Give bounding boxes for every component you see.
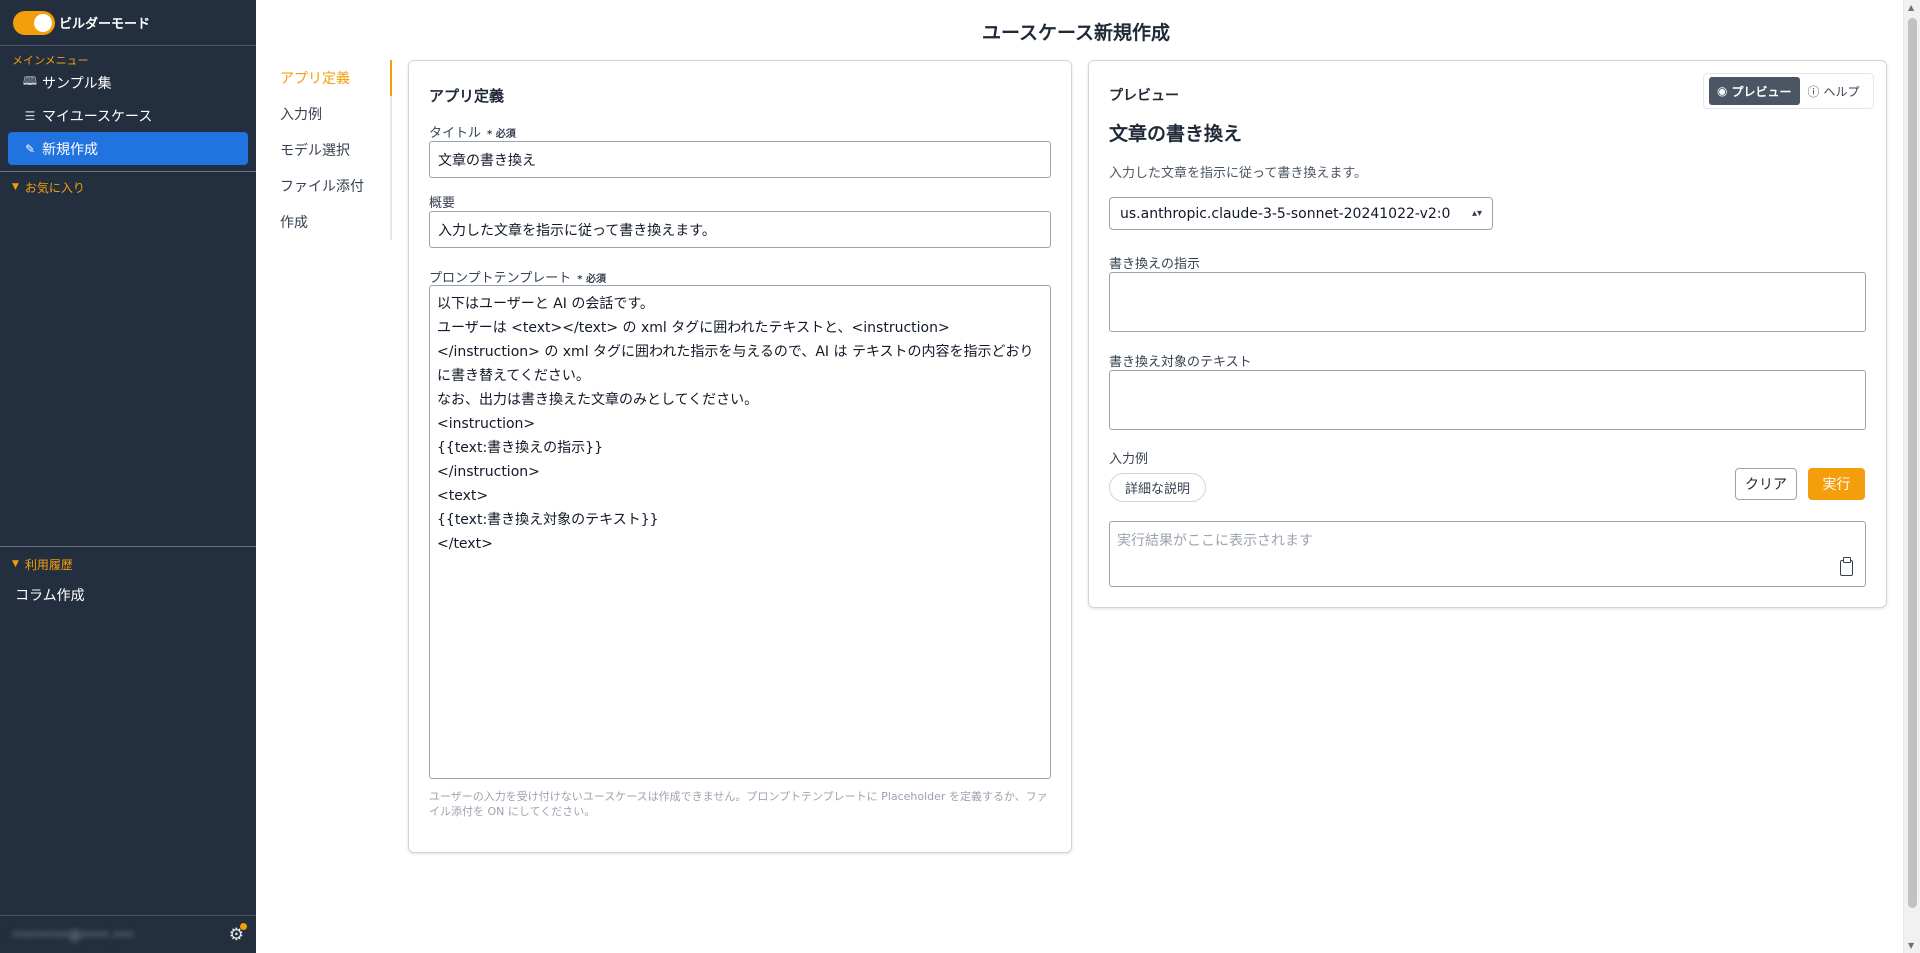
- model-select-value: us.anthropic.claude-3-5-sonnet-20241022-…: [1120, 205, 1451, 222]
- page-scrollbar[interactable]: ▲ ▼: [1903, 0, 1920, 953]
- builder-mode-toggle-row[interactable]: ビルダーモード: [0, 0, 256, 46]
- examples-label: 入力例: [1109, 452, 1149, 467]
- toggle-knob: [34, 13, 52, 32]
- model-select[interactable]: us.anthropic.claude-3-5-sonnet-20241022-…: [1109, 197, 1493, 230]
- section-nav-app-def[interactable]: アプリ定義: [274, 60, 392, 96]
- sidebar-item-label: 新規作成: [42, 141, 98, 158]
- eye-icon: ◉: [1717, 84, 1728, 98]
- sidebar-item-new[interactable]: ✎ 新規作成: [8, 132, 248, 165]
- preview-heading: プレビュー: [1109, 88, 1179, 104]
- prompt-template-textarea[interactable]: 以下はユーザーと AI の会話です。 ユーザーは <text></text> の…: [429, 285, 1051, 779]
- favorites-label: お気に入り: [24, 180, 85, 195]
- divider: [0, 546, 256, 547]
- target-text-label: 書き換え対象のテキスト: [1109, 355, 1252, 370]
- clear-button[interactable]: クリア: [1735, 468, 1797, 500]
- tab-preview-label: プレビュー: [1731, 84, 1792, 99]
- title-label-text: タイトル: [429, 126, 482, 141]
- title-label: タイトル * 必須: [429, 122, 516, 141]
- summary-label: 概要: [429, 196, 456, 211]
- result-placeholder: 実行結果がここに表示されます: [1117, 533, 1313, 549]
- app-definition-heading: アプリ定義: [429, 87, 505, 105]
- history-item[interactable]: コラム作成: [0, 579, 256, 611]
- view-toggle: ◉ プレビュー ⓘ ヘルプ: [1703, 73, 1874, 109]
- prompt-hint: ユーザーの入力を受け付けないユースケースは作成できません。プロンプトテンプレート…: [429, 790, 1048, 818]
- help-icon: ⓘ: [1807, 84, 1820, 99]
- caret-down-icon: ▼: [12, 559, 19, 569]
- history-heading[interactable]: ▼ 利用履歴: [0, 549, 256, 579]
- sidebar-footer: ••••••••@••••.••• ⚙: [0, 915, 256, 953]
- scrollbar-thumb[interactable]: [1908, 18, 1917, 908]
- usecase-description: 入力した文章を指示に従って書き換えます。: [1109, 166, 1368, 181]
- instruction-label: 書き換えの指示: [1109, 257, 1201, 272]
- section-nav-model[interactable]: モデル選択: [274, 132, 390, 168]
- required-mark: * 必須: [577, 274, 606, 285]
- history-label: 利用履歴: [24, 557, 73, 572]
- sidebar-item-label: マイユースケース: [42, 108, 153, 125]
- summary-input[interactable]: 入力した文章を指示に従って書き換えます。: [429, 211, 1051, 248]
- favorites-heading[interactable]: ▼ お気に入り: [0, 172, 256, 202]
- scroll-up-icon[interactable]: ▲: [1908, 3, 1914, 12]
- chevron-updown-icon: ▴▾: [1471, 208, 1482, 219]
- tab-help-label: ヘルプ: [1823, 84, 1860, 99]
- clipboard-icon[interactable]: [1840, 557, 1853, 576]
- caret-down-icon: ▼: [12, 182, 19, 192]
- section-nav-create[interactable]: 作成: [274, 204, 390, 240]
- section-nav-file[interactable]: ファイル添付: [274, 168, 390, 204]
- sidebar-item-label: サンプル集: [42, 75, 112, 92]
- tab-preview[interactable]: ◉ プレビュー: [1709, 77, 1800, 105]
- page-title: ユースケース新規作成: [981, 22, 1171, 44]
- example-chip[interactable]: 詳細な説明: [1109, 473, 1207, 502]
- sidebar: ビルダーモード メインメニュー 🕮 サンプル集 ☰ マイユースケース ✎ 新規作…: [0, 0, 256, 953]
- instruction-input[interactable]: [1109, 272, 1866, 332]
- preview-card: プレビュー ◉ プレビュー ⓘ ヘルプ 文章の書き換え 入力した文章を指示に従っ…: [1088, 60, 1887, 608]
- builder-mode-label: ビルダーモード: [59, 17, 151, 32]
- edit-icon: ✎: [24, 141, 36, 156]
- gear-icon[interactable]: ⚙: [229, 922, 247, 945]
- tab-help[interactable]: ⓘ ヘルプ: [1800, 77, 1868, 105]
- main-menu-heading: メインメニュー: [12, 54, 89, 67]
- required-mark: * 必須: [487, 129, 516, 140]
- title-input[interactable]: 文章の書き換え: [429, 141, 1051, 178]
- section-nav: アプリ定義 入力例 モデル選択 ファイル添付 作成: [274, 60, 392, 240]
- usecase-title: 文章の書き換え: [1109, 123, 1243, 145]
- notification-dot: [240, 922, 247, 930]
- app-definition-card: アプリ定義 タイトル * 必須 文章の書き換え 概要 入力した文章を指示に従って書…: [408, 60, 1072, 853]
- target-text-input[interactable]: [1109, 370, 1866, 430]
- prompt-label-text: プロンプトテンプレート: [429, 271, 572, 286]
- scroll-down-icon[interactable]: ▼: [1908, 941, 1914, 950]
- user-email: ••••••••@••••.•••: [12, 927, 134, 942]
- section-nav-examples[interactable]: 入力例: [274, 96, 390, 132]
- sidebar-item-samples[interactable]: 🕮 サンプル集: [8, 66, 248, 99]
- history-section: ▼ 利用履歴 コラム作成: [0, 549, 256, 611]
- run-button[interactable]: 実行: [1808, 468, 1865, 500]
- list-icon: ☰: [24, 108, 36, 123]
- builder-mode-toggle[interactable]: [13, 10, 55, 35]
- result-output: 実行結果がここに表示されます: [1109, 521, 1866, 587]
- sidebar-item-my-usecases[interactable]: ☰ マイユースケース: [8, 99, 248, 132]
- prompt-label: プロンプトテンプレート * 必須: [429, 267, 606, 286]
- book-icon: 🕮: [22, 74, 38, 88]
